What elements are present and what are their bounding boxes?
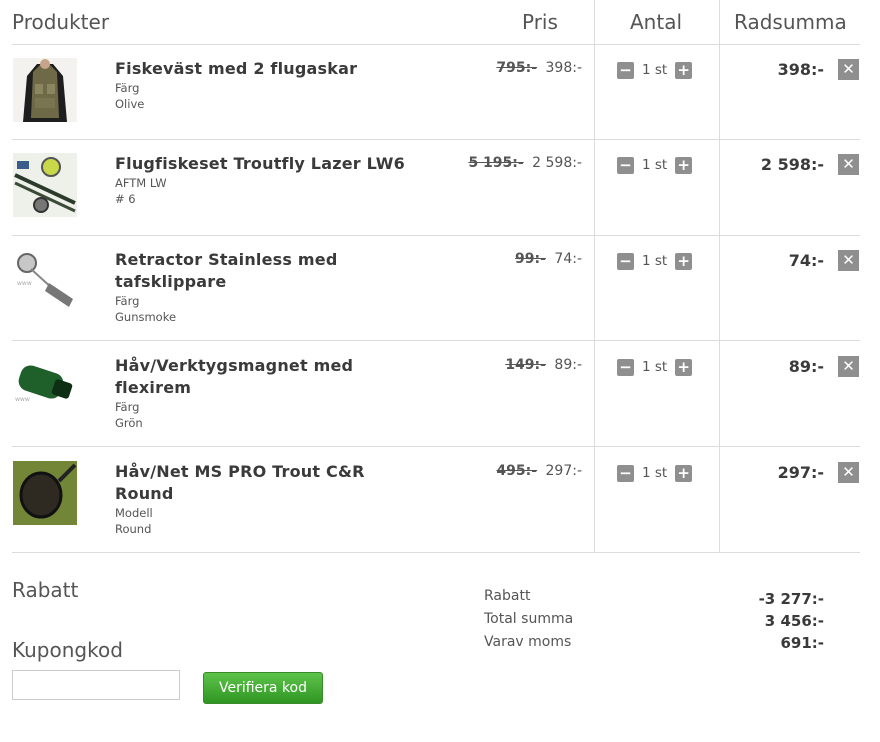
old-price: 795:- (496, 60, 538, 76)
column-header-quantity: Antal (630, 10, 683, 34)
quantity-stepper: − 1 st + (617, 357, 701, 377)
column-header-products: Produkter (12, 10, 110, 34)
vest-icon[interactable] (13, 58, 77, 122)
old-price: 5 195:- (468, 155, 524, 171)
quantity-stepper: − 1 st + (617, 60, 701, 80)
fly-rod-set-icon[interactable] (13, 153, 77, 217)
product-name-line: Håv/Net MS PRO Trout C&R (115, 462, 365, 481)
quantity-value: 1 st (642, 157, 668, 173)
product-name[interactable]: Retractor Stainless med tafsklippare Fär… (115, 249, 415, 325)
price-cell: 5 195:- 2 598:- (468, 155, 582, 171)
row-sum: 297:- (777, 463, 824, 482)
totals-total-label: Total summa (484, 611, 574, 627)
svg-text:www: www (17, 280, 32, 287)
totals-discount-value: -3 277:- (758, 590, 824, 608)
product-name[interactable]: Håv/Verktygsmagnet med flexirem Färg Grö… (115, 355, 415, 431)
totals-vat-label: Varav moms (484, 634, 572, 650)
product-name-line: Håv/Verktygsmagnet med (115, 356, 354, 375)
product-option-value: Grön (115, 416, 143, 430)
row-divider (12, 44, 860, 45)
row-divider (12, 552, 860, 553)
svg-text:www: www (15, 396, 30, 403)
decrease-quantity-button[interactable]: − (617, 156, 634, 174)
increase-quantity-button[interactable]: + (675, 358, 693, 376)
totals-total-value: 3 456:- (764, 612, 824, 630)
decrease-quantity-button[interactable]: − (617, 358, 634, 376)
product-name[interactable]: Fiskeväst med 2 flugaskar Färg Olive (115, 58, 415, 112)
quantity-stepper: − 1 st + (617, 155, 701, 175)
product-name-line: Fiskeväst med 2 flugaskar (115, 59, 358, 78)
quantity-value: 1 st (642, 359, 668, 375)
current-price: 89:- (554, 357, 582, 373)
totals-discount-label: Rabatt (484, 588, 531, 604)
magnet-icon[interactable]: www (13, 355, 77, 419)
old-price: 495:- (496, 463, 538, 479)
increase-quantity-button[interactable]: + (675, 156, 693, 174)
old-price: 99:- (515, 251, 546, 267)
current-price: 2 598:- (532, 155, 582, 171)
product-option-value: # 6 (115, 192, 136, 206)
row-divider (12, 340, 860, 341)
row-divider (12, 235, 860, 236)
price-cell: 495:- 297:- (496, 463, 582, 479)
quantity-value: 1 st (642, 465, 668, 481)
product-option-label: Färg (115, 294, 140, 308)
increase-quantity-button[interactable]: + (675, 61, 693, 79)
column-divider (719, 0, 720, 552)
column-header-row-sum: Radsumma (734, 10, 847, 34)
product-name-line: tafsklippare (115, 272, 227, 291)
row-sum: 89:- (788, 357, 824, 376)
row-sum: 74:- (788, 251, 824, 270)
column-divider (594, 0, 595, 552)
quantity-value: 1 st (642, 62, 668, 78)
current-price: 74:- (554, 251, 582, 267)
product-option-value: Gunsmoke (115, 310, 177, 324)
current-price: 297:- (545, 463, 583, 479)
row-divider (12, 139, 860, 140)
remove-item-button[interactable]: ✕ (838, 59, 859, 80)
column-header-price: Pris (522, 10, 558, 34)
row-sum: 2 598:- (760, 155, 824, 174)
product-name-line: Retractor Stainless med (115, 250, 338, 269)
decrease-quantity-button[interactable]: − (617, 61, 634, 79)
product-option-value: Round (115, 522, 152, 536)
decrease-quantity-button[interactable]: − (617, 464, 634, 482)
retractor-icon[interactable]: www (13, 249, 77, 313)
product-name-line: Flugfiskeset Troutfly Lazer LW6 (115, 154, 405, 173)
product-name[interactable]: Flugfiskeset Troutfly Lazer LW6 AFTM LW … (115, 153, 415, 207)
old-price: 149:- (505, 357, 546, 373)
quantity-value: 1 st (642, 253, 668, 269)
current-price: 398:- (545, 60, 583, 76)
row-divider (12, 446, 860, 447)
quantity-stepper: − 1 st + (617, 463, 701, 483)
product-option-label: Modell (115, 506, 153, 520)
decrease-quantity-button[interactable]: − (617, 252, 634, 270)
increase-quantity-button[interactable]: + (675, 464, 693, 482)
price-cell: 149:- 89:- (505, 357, 582, 373)
product-name-line: flexirem (115, 378, 192, 397)
product-option-value: Olive (115, 97, 145, 111)
product-option-label: Färg (115, 400, 140, 414)
product-option-label: AFTM LW (115, 176, 167, 190)
discount-heading: Rabatt (12, 578, 79, 602)
product-name-line: Round (115, 484, 174, 503)
price-cell: 99:- 74:- (515, 251, 582, 267)
coupon-code-input[interactable] (12, 670, 180, 700)
landing-net-icon[interactable] (13, 461, 77, 525)
remove-item-button[interactable]: ✕ (838, 154, 859, 175)
price-cell: 795:- 398:- (496, 60, 582, 76)
product-option-label: Färg (115, 81, 140, 95)
quantity-stepper: − 1 st + (617, 251, 701, 271)
coupon-heading: Kupongkod (12, 638, 123, 662)
remove-item-button[interactable]: ✕ (838, 250, 859, 271)
verify-code-button[interactable]: Verifiera kod (203, 672, 323, 704)
totals-vat-value: 691:- (780, 634, 824, 652)
remove-item-button[interactable]: ✕ (838, 462, 859, 483)
remove-item-button[interactable]: ✕ (838, 356, 859, 377)
row-sum: 398:- (777, 60, 824, 79)
product-name[interactable]: Håv/Net MS PRO Trout C&R Round Modell Ro… (115, 461, 415, 537)
increase-quantity-button[interactable]: + (675, 252, 693, 270)
